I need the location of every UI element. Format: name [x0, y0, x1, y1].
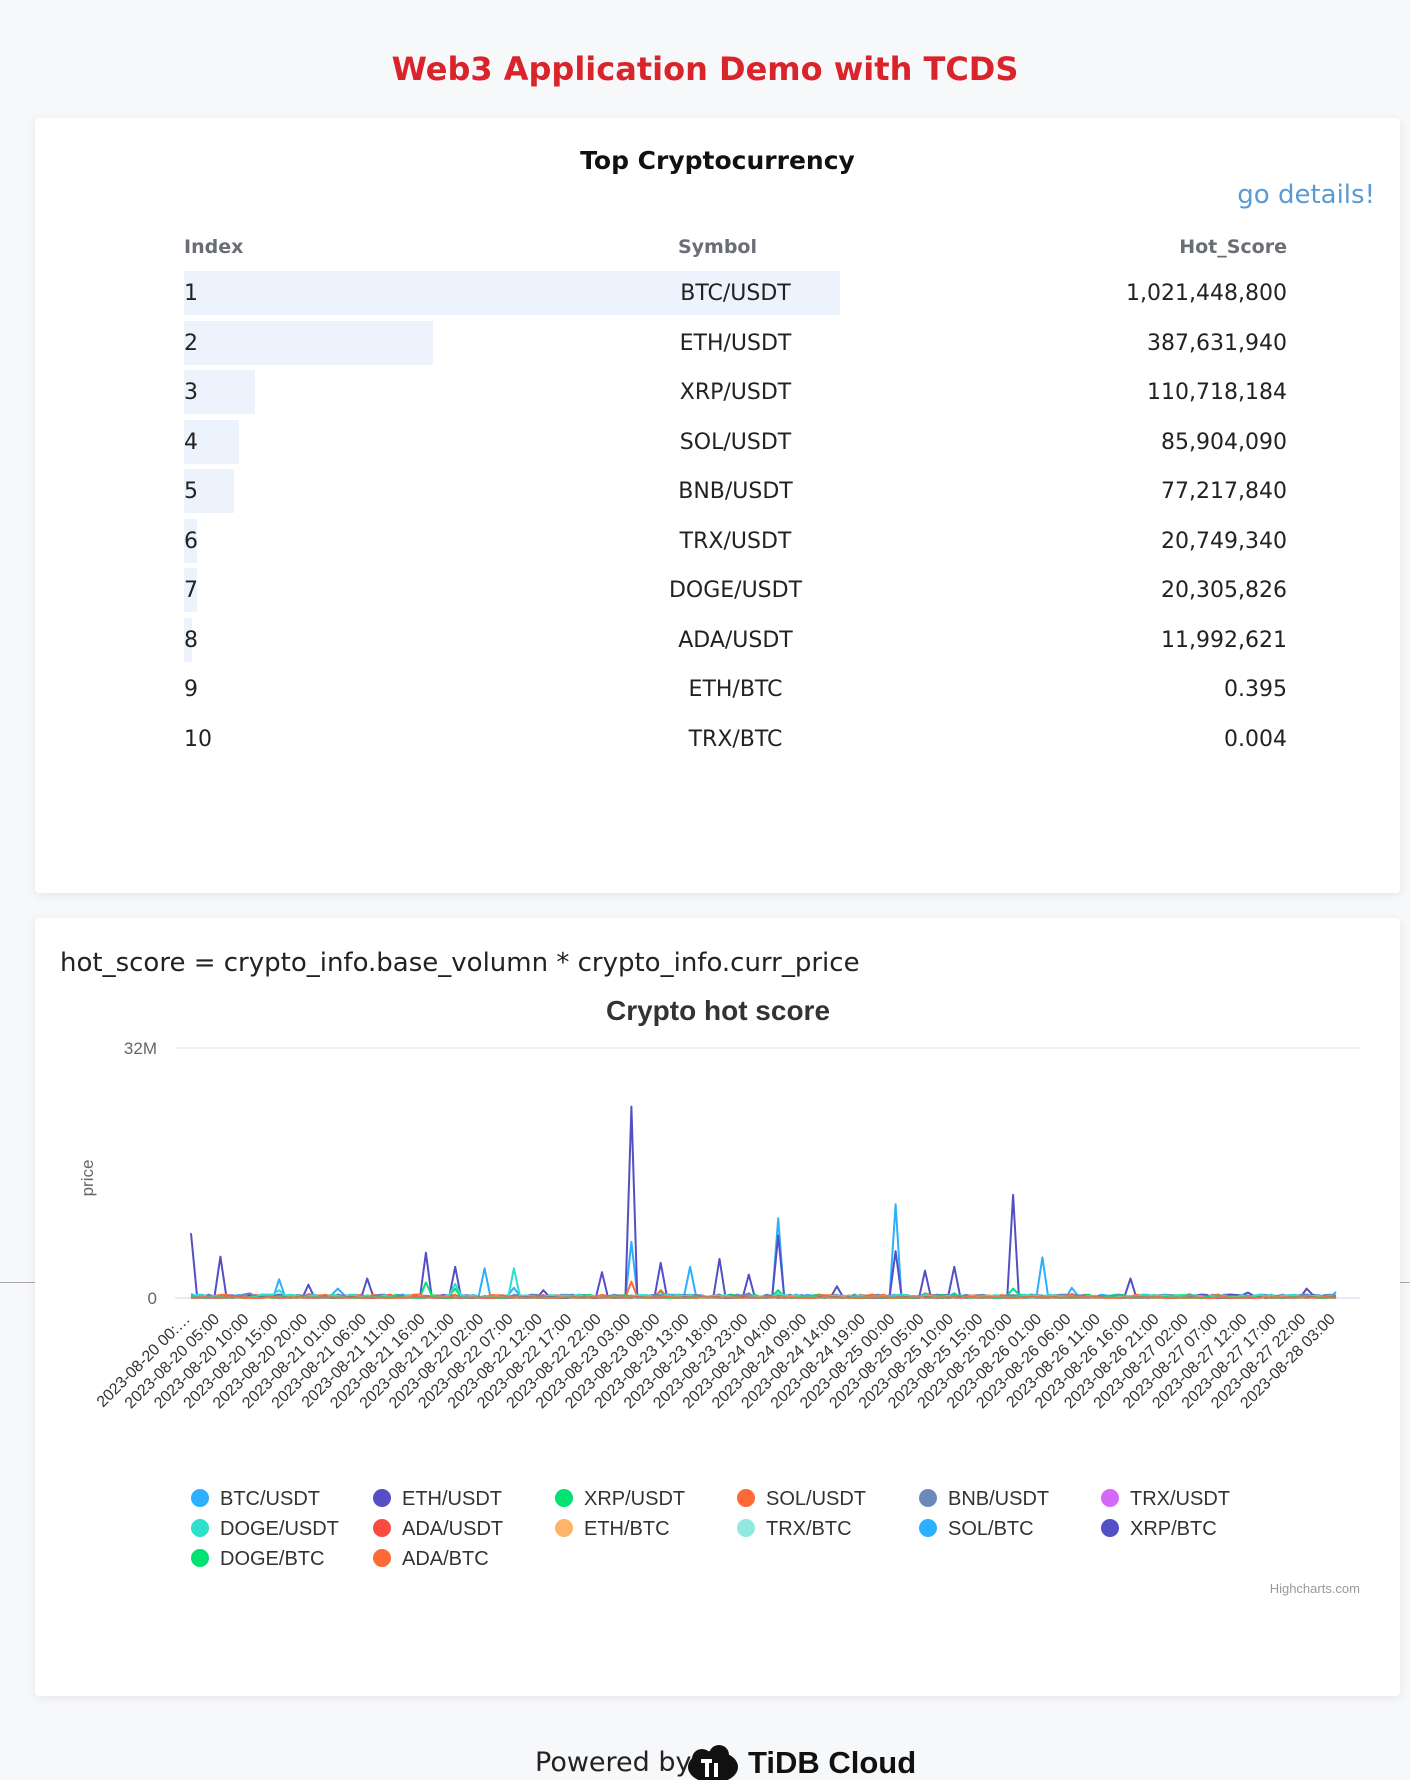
- legend-item[interactable]: BNB/USDT: [919, 1488, 1049, 1510]
- legend-marker: [1101, 1519, 1119, 1537]
- powered-by-text: Powered by: [535, 1747, 692, 1778]
- table-row[interactable]: 3 XRP/USDT 110,718,184: [184, 370, 1287, 414]
- page-title: Web3 Application Demo with TCDS: [391, 50, 1019, 88]
- table-row[interactable]: 8 ADA/USDT 11,992,621: [184, 617, 1287, 662]
- legend-label: ADA/BTC: [402, 1548, 489, 1570]
- legend-label: SOL/USDT: [766, 1488, 866, 1510]
- y-axis-label: price: [78, 1160, 97, 1197]
- row-hot-score: 11,992,621: [1161, 627, 1287, 653]
- legend-label: BTC/USDT: [220, 1488, 320, 1510]
- legend-item[interactable]: DOGE/BTC: [191, 1548, 324, 1570]
- row-symbol: ETH/USDT: [679, 330, 792, 356]
- row-symbol: TRX/USDT: [679, 528, 792, 554]
- column-header-hot-score[interactable]: Hot_Score: [1179, 236, 1287, 258]
- legend-item[interactable]: ETH/USDT: [373, 1488, 502, 1510]
- row-hot-score: 387,631,940: [1147, 330, 1287, 356]
- row-hot-score: 20,305,826: [1161, 578, 1287, 603]
- table-row[interactable]: 4 SOL/USDT 85,904,090: [184, 419, 1287, 464]
- row-hot-score: 110,718,184: [1147, 380, 1287, 405]
- row-symbol: ADA/USDT: [678, 627, 793, 653]
- row-symbol: DOGE/USDT: [668, 578, 803, 603]
- row-hot-score: 0.395: [1224, 677, 1287, 702]
- legend-item[interactable]: SOL/USDT: [737, 1488, 866, 1510]
- tidb-cloud-brand: TiDB Cloud: [748, 1745, 917, 1780]
- row-symbol: SOL/USDT: [679, 429, 792, 455]
- legend-marker: [1101, 1489, 1119, 1507]
- footer: Powered by TiDB Cloud: [0, 1745, 1410, 1780]
- legend-marker: [191, 1519, 209, 1537]
- row-symbol: TRX/BTC: [688, 726, 783, 752]
- legend-marker: [191, 1549, 209, 1567]
- table-row[interactable]: 9 ETH/BTC 0.395: [184, 667, 1287, 711]
- legend-item[interactable]: ETH/BTC: [555, 1518, 670, 1540]
- legend-label: TRX/BTC: [766, 1518, 852, 1540]
- go-details-link[interactable]: go details!: [1237, 180, 1375, 210]
- top-crypto-card: Top Cryptocurrency go details! Index Sym…: [35, 118, 1400, 893]
- legend-item[interactable]: SOL/BTC: [919, 1518, 1034, 1540]
- table-heading: Top Cryptocurrency: [580, 146, 855, 175]
- legend-item[interactable]: ADA/USDT: [373, 1518, 503, 1540]
- hot-score-chart: Crypto hot score price 032M 2023-08-20 0…: [78, 995, 1360, 1596]
- legend-label: ETH/BTC: [584, 1518, 670, 1540]
- row-symbol: ETH/BTC: [688, 677, 783, 702]
- chart-title: Crypto hot score: [606, 995, 830, 1026]
- legend-item[interactable]: TRX/BTC: [737, 1518, 852, 1540]
- legend-marker: [737, 1519, 755, 1537]
- table-row[interactable]: 5 BNB/USDT 77,217,840: [184, 469, 1287, 513]
- legend-item[interactable]: XRP/BTC: [1101, 1518, 1217, 1540]
- legend-marker: [919, 1489, 937, 1507]
- series-line[interactable]: [190, 1296, 1337, 1299]
- legend-label: XRP/USDT: [584, 1488, 685, 1510]
- legend-item[interactable]: DOGE/USDT: [191, 1518, 339, 1540]
- legend-label: ETH/USDT: [402, 1488, 502, 1510]
- legend-label: BNB/USDT: [948, 1488, 1049, 1510]
- legend-marker: [373, 1489, 391, 1507]
- legend-marker: [555, 1489, 573, 1507]
- legend-marker: [191, 1489, 209, 1507]
- table-row[interactable]: 1 BTC/USDT 1,021,448,800: [184, 271, 1287, 315]
- legend-marker: [919, 1519, 937, 1537]
- y-tick-label: 0: [148, 1289, 157, 1308]
- row-symbol: BTC/USDT: [680, 281, 791, 306]
- table-row[interactable]: 2 ETH/USDT 387,631,940: [184, 320, 1287, 365]
- row-hot-score: 77,217,840: [1161, 479, 1287, 504]
- legend-item[interactable]: TRX/USDT: [1101, 1488, 1230, 1510]
- legend-label: ADA/USDT: [402, 1518, 503, 1540]
- legend-label: XRP/BTC: [1130, 1518, 1217, 1540]
- series-line[interactable]: [190, 1203, 1337, 1299]
- legend-item[interactable]: ADA/BTC: [373, 1548, 489, 1570]
- legend-marker: [373, 1549, 391, 1567]
- legend-marker: [555, 1519, 573, 1537]
- tidb-cloud-logo-icon: [688, 1745, 738, 1780]
- row-hot-score: 0.004: [1224, 726, 1287, 752]
- row-hot-score: 85,904,090: [1161, 429, 1287, 455]
- table-row[interactable]: 7 DOGE/USDT 20,305,826: [184, 568, 1287, 612]
- row-hot-score: 1,021,448,800: [1126, 281, 1287, 306]
- legend-label: TRX/USDT: [1130, 1488, 1230, 1510]
- legend-label: SOL/BTC: [948, 1518, 1034, 1540]
- legend-marker: [373, 1519, 391, 1537]
- table-row[interactable]: 6 TRX/USDT 20,749,340: [184, 518, 1287, 563]
- y-tick-label: 32M: [124, 1039, 157, 1058]
- highcharts-credits[interactable]: Highcharts.com: [1270, 1581, 1360, 1596]
- legend-label: DOGE/BTC: [220, 1548, 324, 1570]
- hot-score-chart-card: hot_score = crypto_info.base_volumn * cr…: [35, 918, 1400, 1696]
- legend-label: DOGE/USDT: [220, 1518, 339, 1540]
- table-row[interactable]: 10 TRX/BTC 0.004: [184, 717, 1287, 761]
- legend-item[interactable]: BTC/USDT: [191, 1488, 320, 1510]
- row-symbol: XRP/USDT: [679, 380, 792, 405]
- series-line[interactable]: [190, 1105, 1337, 1299]
- legend-marker: [737, 1489, 755, 1507]
- legend-item[interactable]: XRP/USDT: [555, 1488, 685, 1510]
- row-hot-score: 20,749,340: [1161, 528, 1287, 554]
- row-symbol: BNB/USDT: [678, 479, 793, 504]
